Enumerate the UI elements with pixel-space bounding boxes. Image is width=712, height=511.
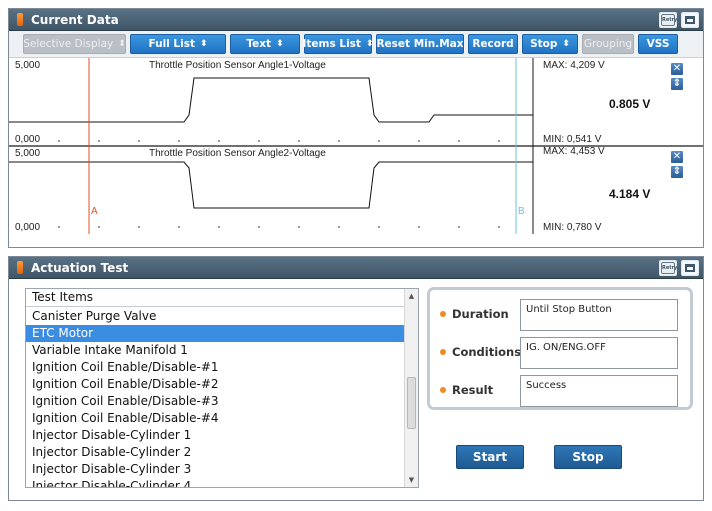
dropdown-arrow-icon: ⬍ (365, 39, 374, 49)
list-item[interactable]: Ignition Coil Enable/Disable-#1 (26, 359, 418, 376)
conditions-row: Conditions IG. ON/ENG.OFF (440, 337, 684, 369)
list-item[interactable]: Injector Disable-Cylinder 3 (26, 461, 418, 478)
grouping-button[interactable]: Grouping (582, 34, 634, 54)
dropdown-arrow-icon: ⬍ (562, 39, 570, 49)
list-item[interactable]: Injector Disable-Cylinder 1 (26, 427, 418, 444)
list-item[interactable]: Ignition Coil Enable/Disable-#3 (26, 393, 418, 410)
list-item[interactable]: Ignition Coil Enable/Disable-#2 (26, 376, 418, 393)
test-info-panel: Duration Until Stop Button Conditions IG… (427, 287, 693, 410)
list-item[interactable]: Variable Intake Manifold 1 (26, 342, 418, 359)
items-list-button[interactable]: Items List ⬍ (303, 34, 374, 54)
current-data-toolbar: Selective Display ⬍ Full List ⬍ Text ⬍ Item… (9, 31, 703, 57)
full-list-button[interactable]: Full List ⬍ (130, 34, 226, 54)
dropdown-arrow-icon: ⬍ (200, 39, 208, 49)
reset-min-max-button[interactable]: Reset Min.Max (376, 34, 464, 54)
cursor-b-label: B (518, 206, 525, 217)
scroll-up-icon[interactable]: ▲ (405, 289, 418, 303)
actuation-test-panel: Actuation Test Retry Test Items Canister… (8, 256, 704, 501)
graph1-min: MIN: 0,541 V (543, 134, 602, 145)
graph2-move-icon[interactable]: ⇕ (671, 166, 683, 178)
test-items-header: Test Items (26, 289, 418, 307)
scroll-thumb[interactable] (407, 377, 416, 429)
graph1-current-value: 0.805 V (609, 97, 650, 111)
graph1-ticks (58, 140, 500, 142)
graph2-ymin-label: 0,000 (15, 222, 40, 233)
record-button[interactable]: Record (468, 34, 518, 54)
cursor-a-label: A (91, 206, 98, 217)
graph-svg: 5,000 0,000 Throttle Position Sensor Ang… (9, 58, 703, 234)
duration-row: Duration Until Stop Button (440, 299, 684, 331)
vss-button[interactable]: VSS (638, 34, 678, 54)
current-data-titlebar: Current Data Retry (9, 9, 703, 31)
bullet-icon (440, 311, 446, 317)
panel-marker-icon (17, 261, 23, 274)
graph1-trace (9, 77, 533, 123)
graph1-ymin-label: 0,000 (15, 134, 40, 145)
dropdown-arrow-icon: ⬍ (118, 39, 126, 49)
stop-button[interactable]: Stop (554, 445, 622, 469)
conditions-label: Conditions (452, 345, 522, 359)
duration-value: Until Stop Button (520, 299, 678, 331)
graph2-close-icon[interactable]: ✕ (671, 151, 683, 163)
graph1-max: MAX: 4,209 V (543, 60, 605, 71)
text-button[interactable]: Text ⬍ (230, 34, 300, 54)
selective-display-button[interactable]: Selective Display ⬍ (23, 34, 126, 54)
retry-icon[interactable]: Retry (659, 259, 677, 276)
retry-icon[interactable]: Retry (659, 11, 677, 28)
result-label: Result (452, 383, 494, 397)
graph1-title: Throttle Position Sensor Angle1-Voltage (149, 60, 326, 71)
graph2-trace (9, 161, 533, 209)
list-item[interactable]: Injector Disable-Cylinder 2 (26, 444, 418, 461)
list-scrollbar[interactable]: ▲ ▼ (404, 289, 418, 487)
panel-marker-icon (17, 13, 23, 26)
bullet-icon (440, 387, 446, 393)
result-value: Success (520, 375, 678, 407)
actuation-test-titlebar: Actuation Test Retry (9, 257, 703, 279)
graph-area: 5,000 0,000 Throttle Position Sensor Ang… (9, 57, 703, 234)
graph2-title: Throttle Position Sensor Angle2-Voltage (149, 148, 326, 159)
graph2-ticks (58, 226, 500, 228)
graph1-ymax-label: 5,000 (15, 60, 40, 71)
stop-record-button[interactable]: Stop ⬍ (522, 34, 578, 54)
conditions-value: IG. ON/ENG.OFF (520, 337, 678, 369)
current-data-panel: Current Data Retry Selective Display ⬍ Fu… (8, 8, 704, 248)
graph2-ymax-label: 5,000 (15, 148, 40, 159)
graph2-current-value: 4.184 V (609, 187, 650, 201)
maximize-icon[interactable] (681, 11, 699, 28)
list-item[interactable]: Injector Disable-Cylinder 4 (26, 478, 418, 487)
graph1-move-icon[interactable]: ⇕ (671, 78, 683, 90)
current-data-title: Current Data (31, 12, 119, 27)
scroll-down-icon[interactable]: ▼ (405, 473, 418, 487)
test-items-list[interactable]: Test Items Canister Purge Valve ETC Moto… (25, 288, 419, 488)
list-item[interactable]: Ignition Coil Enable/Disable-#4 (26, 410, 418, 427)
list-item[interactable]: Canister Purge Valve (26, 308, 418, 325)
maximize-icon[interactable] (681, 259, 699, 276)
actuation-test-title: Actuation Test (31, 260, 129, 275)
start-button[interactable]: Start (456, 445, 524, 469)
bullet-icon (440, 349, 446, 355)
graph2-max: MAX: 4,453 V (543, 146, 605, 157)
graph1-close-icon[interactable]: ✕ (671, 63, 683, 75)
result-row: Result Success (440, 375, 684, 407)
graph2-min: MIN: 0,780 V (543, 222, 602, 233)
duration-label: Duration (452, 307, 509, 321)
list-item-selected[interactable]: ETC Motor (26, 325, 404, 342)
dropdown-arrow-icon: ⬍ (276, 39, 284, 49)
